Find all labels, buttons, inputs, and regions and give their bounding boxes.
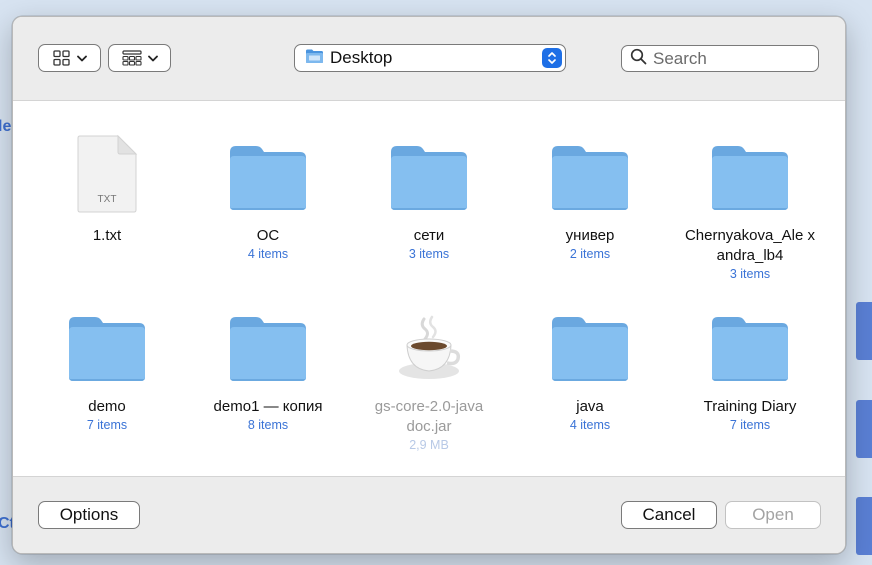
folder-item[interactable]: java 4 items	[510, 305, 670, 433]
chevron-down-icon	[76, 55, 87, 62]
background-app-button	[856, 400, 872, 458]
grid-icon	[52, 50, 71, 66]
dialog-footer: Options Cancel Open	[13, 476, 845, 553]
up-down-chevron-icon	[542, 48, 562, 68]
dialog-toolbar: Desktop	[13, 17, 845, 101]
file-item[interactable]: TXT 1.txt	[27, 134, 187, 246]
item-detail: 7 items	[729, 418, 771, 432]
group-view-button[interactable]	[108, 44, 171, 72]
background-text-fragment: le	[0, 118, 12, 135]
item-name: demo	[88, 398, 126, 415]
file-grid: TXT 1.txt ОС 4 items сети 3 items универ 2 item…	[13, 102, 845, 476]
background-app-button	[856, 497, 872, 555]
folder-icon	[710, 305, 790, 385]
item-detail: 8 items	[247, 418, 289, 432]
icon-view-button[interactable]	[38, 44, 101, 72]
folder-item[interactable]: Training Diary 7 items	[670, 305, 830, 433]
chevron-down-icon	[147, 55, 158, 62]
item-name: Chernyakova_Ale xandra_lb4	[684, 227, 816, 264]
item-name: сети	[413, 227, 445, 244]
folder-item[interactable]: Chernyakova_Ale xandra_lb4 3 items	[670, 134, 830, 282]
item-detail: 7 items	[86, 418, 128, 432]
item-detail: 3 items	[729, 267, 771, 281]
item-name: Training Diary	[703, 398, 797, 415]
options-button[interactable]: Options	[38, 501, 140, 529]
item-name: 1.txt	[92, 227, 122, 244]
item-detail: 4 items	[569, 418, 611, 432]
item-name: gs-core-2.0-javadoc.jar	[374, 398, 484, 435]
svg-text:TXT: TXT	[98, 194, 117, 205]
folder-icon	[389, 134, 469, 214]
folder-item[interactable]: demo1 — копия 8 items	[188, 305, 348, 433]
file-item: gs-core-2.0-javadoc.jar 2,9 MB	[349, 305, 509, 453]
folder-icon	[550, 134, 630, 214]
search-field[interactable]	[621, 45, 819, 72]
item-detail: 4 items	[247, 247, 289, 261]
open-file-dialog: Desktop TXT 1.txt ОС 4 items сети 3 items унив…	[12, 16, 846, 554]
folder-icon	[67, 305, 147, 385]
folder-icon	[228, 134, 308, 214]
folder-icon	[228, 305, 308, 385]
folder-item[interactable]: сети 3 items	[349, 134, 509, 262]
folder-icon	[710, 134, 790, 214]
folder-item[interactable]: универ 2 items	[510, 134, 670, 262]
item-name: универ	[565, 227, 615, 244]
item-name: demo1 — копия	[213, 398, 323, 415]
item-name: java	[576, 398, 604, 415]
folder-item[interactable]: ОС 4 items	[188, 134, 348, 262]
cancel-button[interactable]: Cancel	[621, 501, 717, 529]
folder-item[interactable]: demo 7 items	[27, 305, 187, 433]
folder-icon	[550, 305, 630, 385]
location-label: Desktop	[330, 48, 393, 67]
item-detail: 2,9 MB	[409, 438, 449, 452]
folder-icon	[305, 48, 324, 69]
location-popup[interactable]: Desktop	[294, 44, 566, 72]
background-app-button	[856, 302, 872, 360]
open-button[interactable]: Open	[725, 501, 821, 529]
java-jar-icon	[389, 305, 469, 385]
search-icon	[630, 48, 647, 70]
text-file-icon: TXT	[67, 134, 147, 214]
search-input[interactable]	[653, 48, 813, 69]
item-name: ОС	[256, 227, 280, 244]
item-detail: 3 items	[408, 247, 450, 261]
group-grid-icon	[121, 50, 142, 66]
item-detail: 2 items	[569, 247, 611, 261]
